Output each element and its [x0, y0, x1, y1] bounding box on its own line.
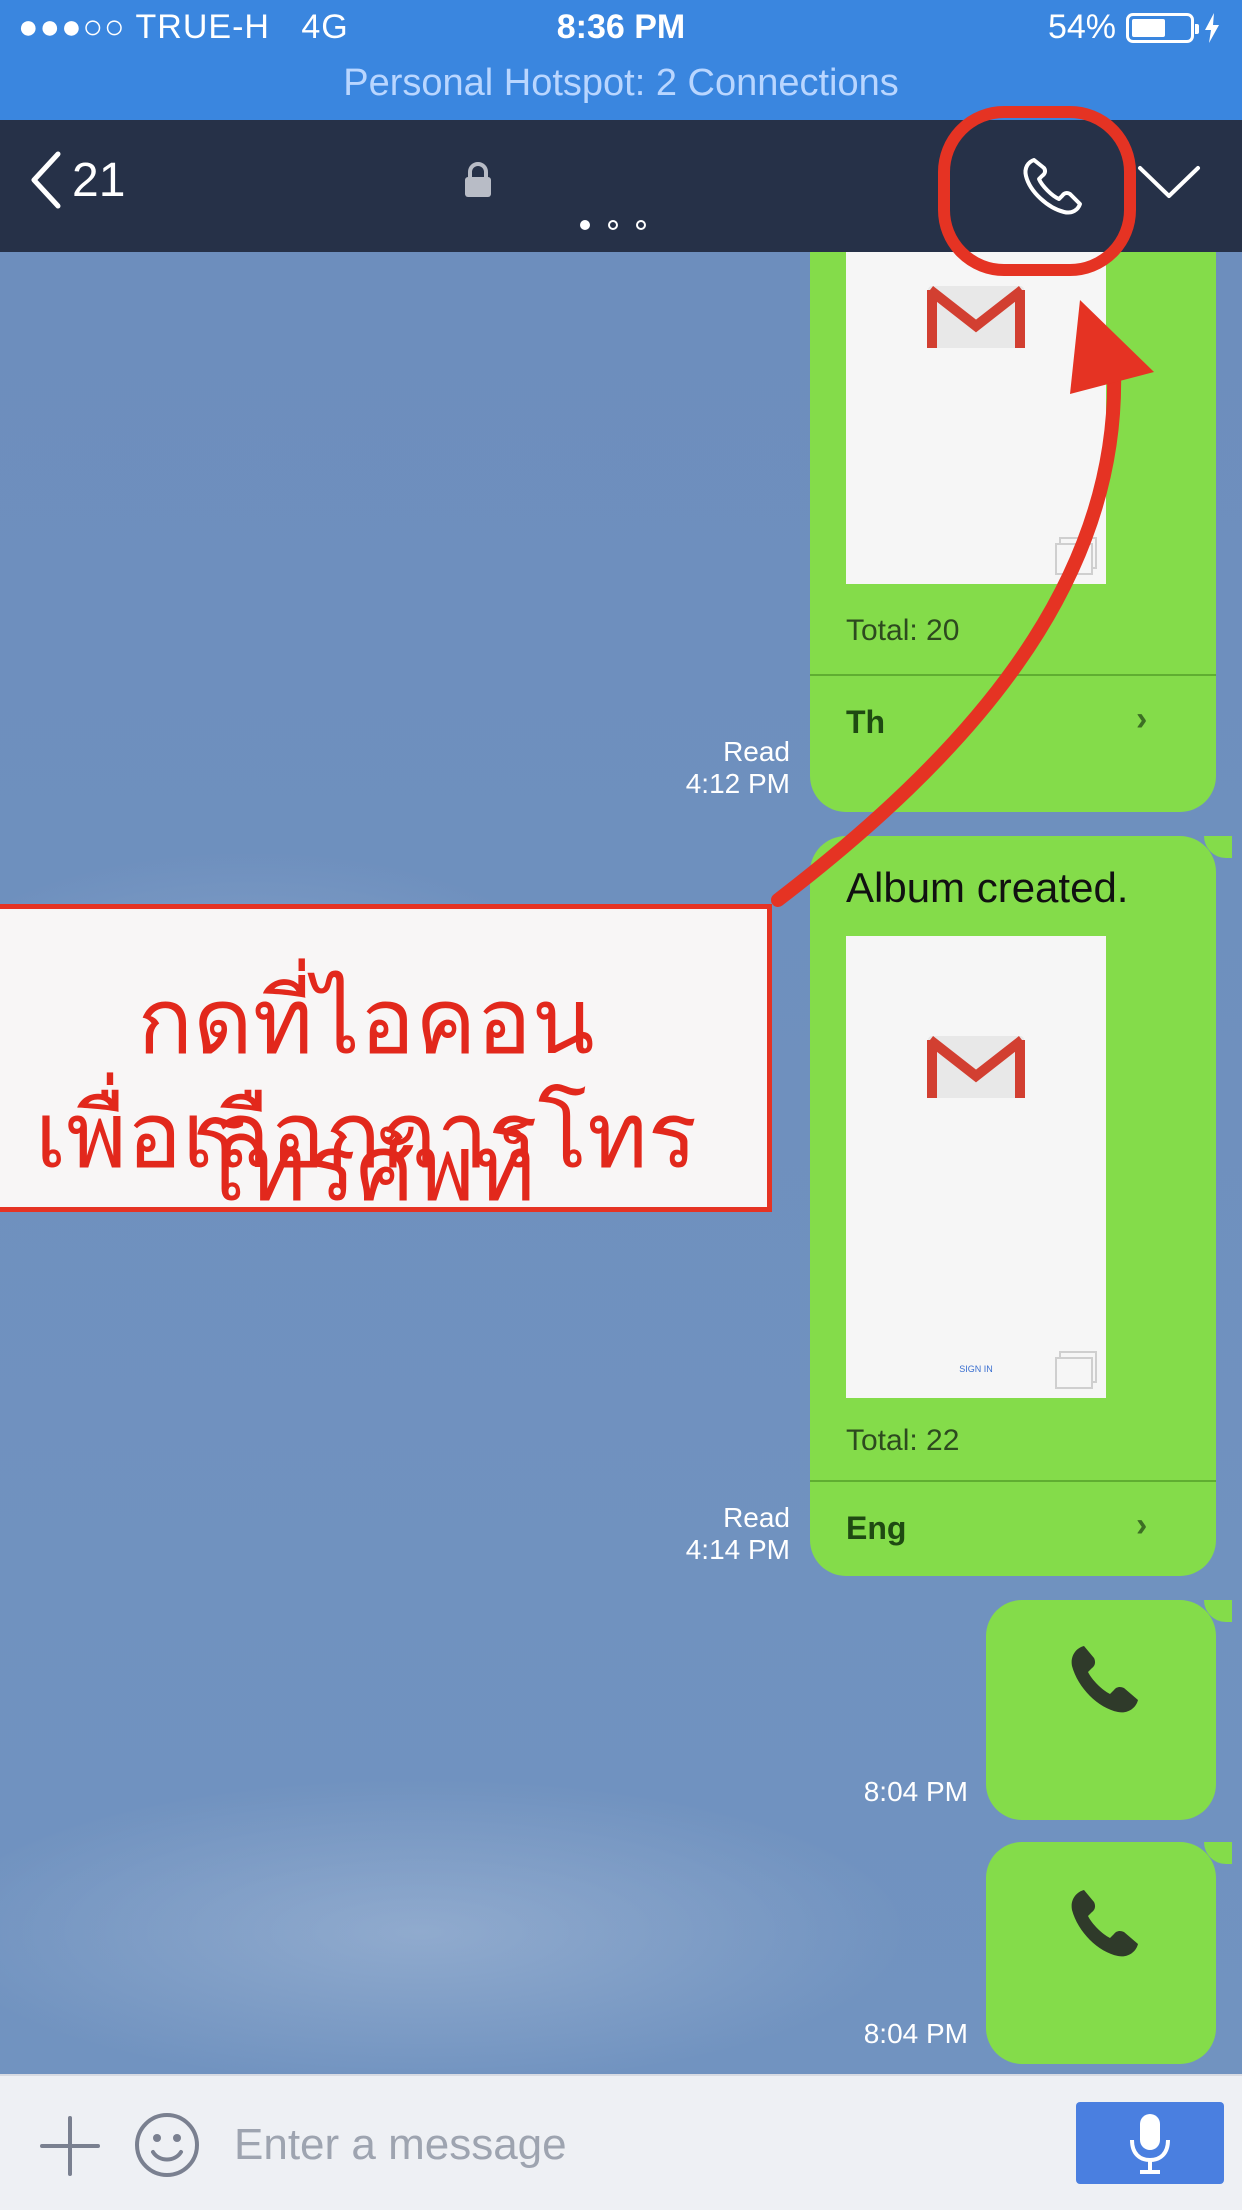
- emoji-icon[interactable]: [134, 2112, 200, 2178]
- album-total: Total: 22: [846, 1424, 960, 1457]
- image-icon: [1055, 1351, 1097, 1389]
- charging-bolt-icon: [1205, 12, 1219, 43]
- album-title: Album created.: [846, 864, 1129, 911]
- page-dot: [608, 220, 618, 230]
- voice-message-button[interactable]: [1076, 2102, 1224, 2184]
- chevron-left-icon: [31, 151, 61, 209]
- message-time: 8:04 PM: [863, 2018, 968, 2049]
- battery-status: 54%: [1048, 8, 1220, 47]
- annotation-callout: กดที่ไอคอนโทรศัพท์ เพื่อเลือกการโทร: [0, 904, 772, 1222]
- divider: [810, 1480, 1216, 1482]
- album-thumbnail[interactable]: SIGN IN: [846, 936, 1106, 1398]
- divider: [810, 674, 1216, 676]
- back-button[interactable]: 21: [28, 150, 125, 210]
- phone-icon: [1071, 1890, 1138, 1957]
- gmail-logo-icon: [926, 1036, 1026, 1098]
- hotspot-banner[interactable]: Personal Hotspot: 2 Connections: [0, 62, 1242, 105]
- chat-header: 21: [0, 120, 1242, 252]
- album-name[interactable]: Eng: [846, 1510, 906, 1547]
- battery-percent: 54%: [1047, 8, 1116, 46]
- message-time: 4:12 PM: [685, 768, 790, 799]
- plus-icon[interactable]: [38, 2114, 102, 2178]
- call-message[interactable]: [986, 1842, 1232, 2064]
- read-receipt: Read: [723, 736, 790, 767]
- message-meta: Read 4:14 PM: [600, 1502, 790, 1566]
- annotation-line-2: เพื่อเลือกการโทร: [34, 1082, 698, 1189]
- message-time: 4:14 PM: [685, 1534, 790, 1565]
- message-time: 8:04 PM: [863, 1776, 968, 1807]
- read-receipt: Read: [723, 1502, 790, 1533]
- album-total: Total: 20: [846, 614, 960, 647]
- album-message[interactable]: Album created. SIGN IN Total: 22 Eng ›: [810, 836, 1232, 1576]
- album-name[interactable]: Th: [846, 704, 885, 741]
- battery-icon: [1126, 12, 1199, 43]
- message-meta: Read 4:12 PM: [600, 736, 790, 800]
- call-button[interactable]: [1014, 150, 1094, 220]
- chevron-down-icon[interactable]: [1136, 162, 1202, 202]
- unread-count: 21: [72, 153, 126, 207]
- message-input[interactable]: [232, 2106, 1056, 2184]
- status-bar: ●●●○○ TRUE-H 4G 8:36 PM 54% Personal Hot…: [0, 0, 1242, 120]
- album-message[interactable]: Total: 20 Th ›: [810, 252, 1216, 812]
- lock-icon: [465, 162, 491, 197]
- album-thumbnail[interactable]: [846, 252, 1106, 584]
- phone-icon: [1071, 1646, 1138, 1713]
- page-indicator: [580, 220, 646, 230]
- page-dot: [636, 220, 646, 230]
- message-input-bar: [0, 2074, 1242, 2210]
- image-icon: [1055, 537, 1097, 575]
- chevron-right-icon[interactable]: ›: [1136, 700, 1147, 739]
- page-dot: [580, 220, 590, 230]
- microphone-icon: [1130, 2114, 1170, 2174]
- gmail-logo-icon: [926, 286, 1026, 348]
- chevron-right-icon[interactable]: ›: [1136, 1506, 1147, 1545]
- call-message[interactable]: [986, 1600, 1232, 1820]
